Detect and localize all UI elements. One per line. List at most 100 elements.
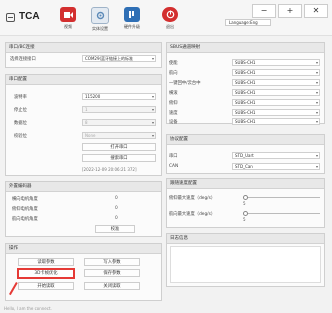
sbus-enable-value: SUBS-CH1 bbox=[235, 60, 256, 65]
app-logo-icon bbox=[6, 13, 15, 22]
chevron-down-icon: ▾ bbox=[315, 119, 318, 124]
motor-angle-header: 外置编码器 bbox=[6, 182, 161, 192]
roll-angle-value: 0 bbox=[115, 196, 118, 201]
data-bits-select[interactable]: 8 ▾ bbox=[82, 119, 156, 126]
toolbar-settings-button[interactable]: 实体设置 bbox=[88, 7, 112, 32]
stop-bits-label: 停止位 bbox=[14, 108, 27, 113]
pitch-speed-value: 5 bbox=[243, 201, 246, 206]
serial-config-header: 串口配置 bbox=[6, 75, 161, 85]
data-bits-label: 数据位 bbox=[14, 121, 27, 126]
language-select[interactable]: Language:Eng bbox=[225, 19, 271, 26]
minimize-button[interactable]: − bbox=[252, 4, 276, 18]
sbus-enable-select[interactable]: SUBS-CH1 ▾ bbox=[232, 59, 320, 66]
exit-icon bbox=[162, 7, 178, 22]
chevron-down-icon: ▾ bbox=[315, 110, 318, 115]
pc-connect-label: 选择连接接口 bbox=[10, 57, 36, 62]
sbus-center-label: 一键回中/云台中 bbox=[169, 81, 201, 86]
chevron-down-icon: ▾ bbox=[315, 60, 318, 65]
chevron-down-icon: ▾ bbox=[151, 133, 154, 138]
chevron-down-icon: ▾ bbox=[151, 94, 154, 99]
maximize-button[interactable]: + bbox=[278, 4, 302, 18]
roll-angle-label: 横向电机角度 bbox=[12, 197, 38, 202]
pitch-angle-value: 0 bbox=[115, 206, 118, 211]
save-params-button[interactable]: 保存参数 bbox=[84, 269, 140, 277]
toolbar-exit-button[interactable]: 退出 bbox=[158, 7, 182, 30]
connect-timestamp: [2022-12-09 20:06:21 372] bbox=[82, 167, 137, 172]
yaw-angle-value: 0 bbox=[115, 216, 118, 221]
close-button[interactable]: ✕ bbox=[304, 4, 328, 18]
sbus-enable-label: 使能 bbox=[169, 61, 178, 66]
sbus-center-select[interactable]: SUBS-CH1 ▾ bbox=[232, 79, 320, 86]
toolbar-video-label: 视频 bbox=[64, 24, 72, 29]
chevron-down-icon: ▾ bbox=[315, 90, 318, 95]
sbus-yaw-label: 航向 bbox=[169, 71, 178, 76]
sbus-roll-select[interactable]: SUBS-CH1 ▾ bbox=[232, 89, 320, 96]
operations-header: 操作 bbox=[6, 244, 161, 254]
sbus-device-select[interactable]: SUBS-CH1 ▾ bbox=[232, 118, 320, 125]
toolbar-exit-label: 退出 bbox=[166, 24, 174, 29]
open-port-button[interactable]: 打开串口 bbox=[82, 143, 156, 151]
parity-select[interactable]: None ▾ bbox=[82, 132, 156, 139]
toolbar-upgrade-label: 硬件升级 bbox=[124, 24, 140, 29]
chevron-down-icon: ▾ bbox=[315, 153, 318, 158]
write-params-button[interactable]: 写入参数 bbox=[84, 258, 140, 266]
pc-connect-select[interactable]: COM29(蓝牙链接上的标准 ▾ bbox=[82, 55, 156, 62]
toolbar-settings-label: 实体设置 bbox=[92, 26, 108, 31]
stop-read-button[interactable]: 关闭读取 bbox=[84, 282, 140, 290]
pitch-speed-label: 俯仰最大速度（deg/s） bbox=[169, 196, 216, 201]
sbus-yaw-value: SUBS-CH1 bbox=[235, 70, 256, 75]
chevron-down-icon: ▾ bbox=[151, 56, 154, 61]
parity-label: 校验位 bbox=[14, 134, 27, 139]
sbus-header: SBUS通道映射 bbox=[167, 43, 324, 53]
protocol-uart-select[interactable]: STD_Uart ▾ bbox=[232, 152, 320, 159]
protocol-uart-label: 串口 bbox=[169, 154, 178, 159]
follow-speed-header: 跟随速度配置 bbox=[167, 179, 324, 189]
yaw-speed-value: 5 bbox=[243, 217, 246, 222]
chevron-down-icon: ▾ bbox=[151, 107, 154, 112]
read-params-button[interactable]: 读取参数 bbox=[18, 258, 74, 266]
toolbar-upgrade-button[interactable]: 硬件升级 bbox=[120, 7, 144, 30]
yaw-speed-track bbox=[243, 213, 320, 214]
data-bits-value: 8 bbox=[85, 120, 88, 125]
sbus-pitch-select[interactable]: SUBS-CH1 ▾ bbox=[232, 99, 320, 106]
protocol-can-select[interactable]: STD_Can ▾ bbox=[232, 163, 320, 170]
baud-rate-value: 115200 bbox=[85, 94, 101, 99]
sbus-roll-label: 横滚 bbox=[169, 91, 178, 96]
chevron-down-icon: ▾ bbox=[315, 100, 318, 105]
sbus-roll-value: SUBS-CH1 bbox=[235, 90, 256, 95]
3d-optimize-button[interactable]: 3D卡帧优化 bbox=[17, 268, 75, 279]
baud-rate-label: 波特率 bbox=[14, 95, 27, 100]
video-icon bbox=[60, 7, 76, 22]
pitch-speed-track bbox=[243, 197, 320, 198]
baud-rate-select[interactable]: 115200 ▾ bbox=[82, 93, 156, 100]
sbus-speed-label: 速度 bbox=[169, 111, 178, 116]
sbus-yaw-select[interactable]: SUBS-CH1 ▾ bbox=[232, 69, 320, 76]
pc-connect-value: COM29(蓝牙链接上的标准 bbox=[85, 56, 134, 61]
start-read-button[interactable]: 开始读取 bbox=[18, 282, 74, 290]
sbus-device-label: 设备 bbox=[169, 120, 178, 125]
chevron-down-icon: ▾ bbox=[315, 164, 318, 169]
sbus-device-value: SUBS-CH1 bbox=[235, 119, 256, 124]
app-title: TCA bbox=[19, 11, 40, 22]
protocol-header: 协议配置 bbox=[167, 135, 324, 145]
toolbar-video-button[interactable]: 视频 bbox=[56, 7, 80, 30]
chevron-down-icon: ▾ bbox=[315, 80, 318, 85]
pc-connect-header: 串口/BC连接 bbox=[6, 43, 161, 53]
status-bar: Hello, I am the connect. bbox=[4, 306, 52, 311]
protocol-can-value: STD_Can bbox=[235, 164, 253, 169]
sbus-center-value: SUBS-CH1 bbox=[235, 80, 256, 85]
stop-bits-value: 1 bbox=[85, 107, 88, 112]
log-textarea[interactable] bbox=[170, 246, 321, 283]
calibrate-button[interactable]: 校准 bbox=[95, 225, 135, 233]
upgrade-icon bbox=[124, 7, 140, 22]
parity-value: None bbox=[85, 133, 96, 138]
search-port-button[interactable]: 搜索串口 bbox=[82, 154, 156, 162]
log-header: 日志信息 bbox=[167, 234, 324, 244]
settings-icon bbox=[91, 7, 109, 24]
sbus-speed-select[interactable]: SUBS-CH1 ▾ bbox=[232, 109, 320, 116]
stop-bits-select[interactable]: 1 ▾ bbox=[82, 106, 156, 113]
yaw-angle-label: 航向电机角度 bbox=[12, 217, 38, 222]
pitch-angle-label: 俯仰电机角度 bbox=[12, 207, 38, 212]
sbus-pitch-label: 俯仰 bbox=[169, 101, 178, 106]
sbus-speed-value: SUBS-CH1 bbox=[235, 110, 256, 115]
